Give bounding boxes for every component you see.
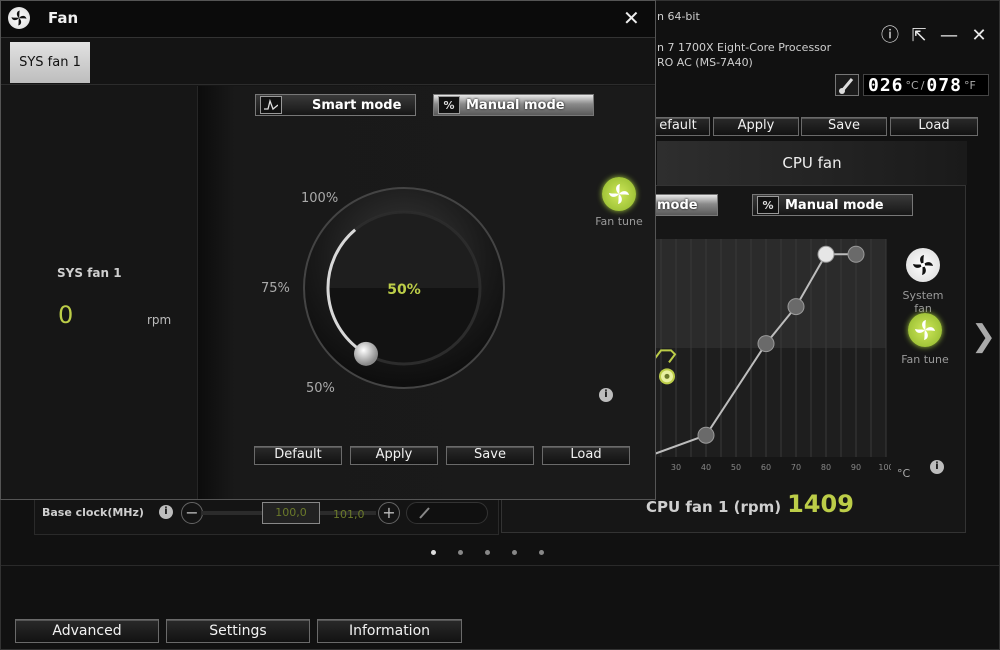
page-dot[interactable] (512, 550, 517, 555)
dialog-title: Fan (48, 9, 79, 27)
next-arrow-icon[interactable]: ❯ (971, 319, 996, 354)
temperature-readout: 026 °C / 078 °F (863, 74, 989, 96)
temp-sep: / (920, 78, 925, 92)
system-fan-label: System fan (902, 289, 944, 315)
percent-icon: % (438, 96, 460, 114)
system-fan-tool[interactable]: System fan (893, 248, 953, 315)
os-info: n 64-bit (657, 10, 700, 23)
minimize-icon[interactable]: — (938, 25, 960, 47)
curve-point[interactable] (787, 298, 805, 316)
divider (1, 565, 999, 566)
chart-tick-label: 40 (701, 463, 711, 472)
cpu-fan-rpm-label: CPU fan 1 (rpm) (646, 498, 782, 516)
base-clock-input[interactable]: 100,0 (262, 502, 320, 524)
fan-rpm-value: 0 (58, 301, 74, 329)
pencil-icon (419, 507, 430, 519)
fan-rpm-unit: rpm (147, 313, 172, 327)
cpu-fan-title: CPU fan (657, 141, 967, 185)
knob-info-icon[interactable]: i (599, 388, 613, 402)
temp-c-unit: °C (905, 78, 919, 92)
thermometer-icon (835, 74, 859, 96)
fan-dialog: Fan ✕ SYS fan 1 SYS fan 1 0 rpm Smart mo… (0, 0, 656, 500)
dialog-titlebar[interactable]: Fan ✕ (1, 1, 655, 37)
manual-mode-button[interactable]: % Manual mode (433, 94, 594, 116)
save-button[interactable]: Save (801, 117, 887, 136)
chart-x-unit: °C (897, 467, 911, 480)
load-button[interactable]: Load (890, 117, 978, 136)
base-clock-current: 101,0 (333, 508, 365, 521)
fan-speed-knob[interactable]: 50% (301, 184, 511, 394)
chart-tick-label: 70 (791, 463, 801, 472)
chart-tick-label: 30 (671, 463, 681, 472)
edit-field[interactable] (406, 502, 488, 524)
fan-tune-label: Fan tune (901, 353, 949, 366)
tab-advanced[interactable]: Advanced (15, 619, 159, 643)
cpu-fan-rpm-readout: CPU fan 1 (rpm) 1409 (646, 490, 854, 518)
cpu-fan-rpm-value: 1409 (787, 490, 854, 518)
shrink-icon[interactable]: ⇱ (908, 25, 930, 47)
curve-point[interactable] (817, 245, 835, 263)
smart-mode-label: Smart mode (312, 97, 402, 113)
fan-tune-icon (602, 177, 636, 211)
chart-tick-label: 80 (821, 463, 831, 472)
curve-point[interactable] (847, 245, 865, 263)
smart-curve-icon (260, 96, 282, 114)
chart-tick-label: 60 (761, 463, 771, 472)
fan-tune-icon (908, 313, 942, 347)
chart-tick-label: 90 (851, 463, 861, 472)
chart-tick-label: 50 (731, 463, 741, 472)
base-clock-info-icon[interactable]: i (159, 505, 173, 519)
chart-tick-label: 100 (878, 463, 891, 472)
fan-icon (906, 248, 940, 282)
knob-tick-75: 75% (261, 281, 290, 296)
manual-mode-label: Manual mode (785, 197, 884, 213)
knob-value-label: 50% (387, 282, 421, 298)
fan-info-panel: SYS fan 1 0 rpm (1, 86, 198, 499)
curve-point[interactable] (697, 426, 715, 444)
close-icon[interactable]: ✕ (968, 25, 990, 47)
curve-point[interactable] (757, 335, 775, 353)
temp-f-unit: °F (963, 78, 976, 92)
fan-tune-tool[interactable]: Fan tune (593, 177, 645, 228)
apply-button[interactable]: Apply (713, 117, 799, 136)
temp-celsius: 026 (868, 74, 904, 96)
dialog-close-icon[interactable]: ✕ (623, 6, 640, 30)
page-dot[interactable] (485, 550, 490, 555)
base-clock-label: Base clock(MHz) (42, 506, 144, 519)
app-logo-icon (8, 7, 30, 29)
manual-mode-button[interactable]: % Manual mode (752, 194, 913, 216)
increase-icon[interactable]: + (378, 502, 400, 524)
board-info: RO AC (MS-7A40) (657, 56, 753, 69)
fan-tune-label: Fan tune (595, 215, 643, 228)
page-dot[interactable] (431, 550, 436, 555)
tab-sys-fan-1[interactable]: SYS fan 1 (10, 42, 90, 83)
cpu-info: n 7 1700X Eight-Core Processor (657, 41, 832, 54)
save-button[interactable]: Save (446, 446, 534, 465)
apply-button[interactable]: Apply (350, 446, 438, 465)
temp-fahrenheit: 078 (926, 74, 962, 96)
fan-name: SYS fan 1 (57, 266, 122, 280)
chart-info-icon[interactable]: i (930, 460, 944, 474)
load-button[interactable]: Load (542, 446, 630, 465)
tab-settings[interactable]: Settings (166, 619, 310, 643)
smart-mode-button[interactable]: Smart mode (255, 94, 416, 116)
page-dot[interactable] (539, 550, 544, 555)
decrease-icon[interactable]: − (181, 502, 203, 524)
fan-tune-tool[interactable]: Fan tune (895, 313, 955, 366)
smart-mode-button[interactable]: mode (646, 194, 718, 216)
page-indicator[interactable] (431, 550, 544, 555)
info-icon[interactable]: ⓘ (879, 25, 901, 47)
percent-icon: % (757, 196, 779, 214)
page-dot[interactable] (458, 550, 463, 555)
default-button[interactable]: Default (254, 446, 342, 465)
dialog-tabs: SYS fan 1 (1, 37, 655, 85)
fan-curve-chart[interactable]: 030405060708090100 (646, 239, 891, 479)
manual-mode-label: Manual mode (466, 97, 565, 113)
tab-information[interactable]: Information (317, 619, 462, 643)
